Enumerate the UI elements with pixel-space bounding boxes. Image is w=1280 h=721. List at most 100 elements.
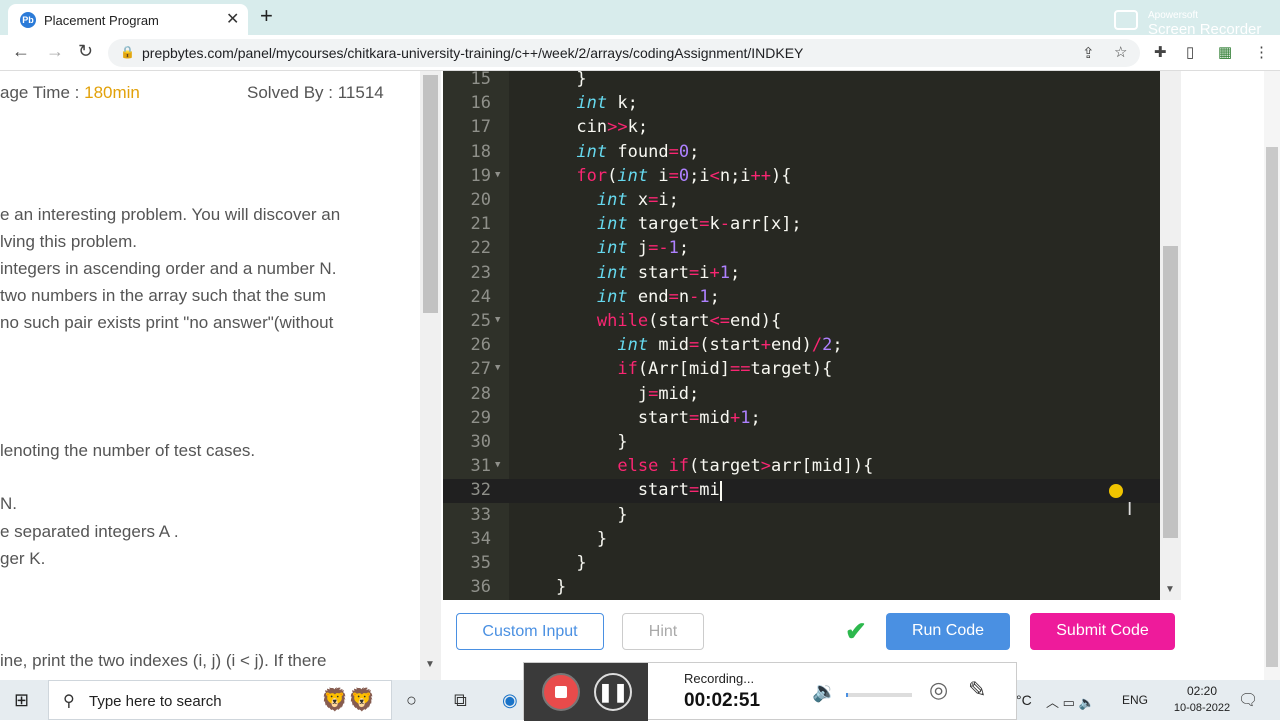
problem-text-line: lving this problem.	[0, 232, 138, 251]
tab-close-icon[interactable]: ✕	[226, 9, 239, 29]
problem-text-line: e an interesting problem. You will disco…	[0, 205, 341, 224]
input-language[interactable]: ENG	[1122, 693, 1148, 707]
line-number: 18	[470, 141, 491, 162]
code-line[interactable]: 25 ▼ while(start<=end){	[443, 310, 1160, 334]
code-line[interactable]: 24 int end=n-1;	[443, 286, 1160, 310]
code-text: else if(target>arr[mid]){	[617, 456, 874, 477]
custom-input-button[interactable]: Custom Input	[456, 613, 604, 650]
line-number: 25	[470, 311, 491, 331]
text-cursor-ibeam-icon: I	[1127, 499, 1133, 520]
stop-recording-button[interactable]	[542, 673, 580, 711]
code-text: }	[515, 577, 567, 598]
code-line[interactable]: 19 ▼ for(int i=0;i<n;i++){	[443, 165, 1160, 189]
taskbar-search-box[interactable]: ⚲ Type here to search 🦁🦁	[48, 680, 392, 720]
code-line[interactable]: 35 }	[443, 552, 1160, 576]
code-line[interactable]: 32 start=mi	[443, 479, 1160, 504]
line-number: 29	[470, 407, 491, 428]
share-icon[interactable]: ⇪	[1082, 44, 1095, 62]
webcam-icon[interactable]: ◎	[929, 677, 948, 703]
back-arrow-icon[interactable]: ←	[12, 41, 30, 62]
lock-icon[interactable]: 🔒	[120, 45, 135, 59]
code-line[interactable]: 31 ▼ else if(target>arr[mid]){	[443, 455, 1160, 479]
reload-icon[interactable]: ↻	[78, 41, 93, 62]
bookmark-star-icon[interactable]: ☆	[1114, 43, 1127, 61]
code-text: int k;	[576, 93, 638, 114]
problem-text-line: ger K.	[0, 549, 46, 568]
browser-tab-bar: Pb Placement Program ✕ + Apowersoft Scre…	[0, 0, 1280, 38]
clock-date[interactable]: 10-08-2022	[1172, 702, 1232, 714]
page-scroll-thumb[interactable]	[1266, 147, 1278, 667]
annotate-pen-icon[interactable]: ✎	[968, 677, 986, 703]
code-line[interactable]: 34 }	[443, 528, 1160, 552]
editor-scroll-thumb[interactable]	[1163, 246, 1178, 538]
code-line[interactable]: 23 int start=i+1;	[443, 262, 1160, 286]
code-line[interactable]: 15 }	[443, 71, 1160, 92]
code-text: int mid=(start+end)/2;	[617, 335, 843, 356]
fold-arrow-icon[interactable]: ▼	[495, 315, 500, 325]
extensions-puzzle-icon[interactable]: ✚	[1154, 43, 1167, 61]
code-line[interactable]: 18 int found=0;	[443, 141, 1160, 165]
menu-kebab-icon[interactable]: ⋮	[1254, 43, 1269, 61]
windows-start-icon[interactable]: ⊞	[14, 690, 29, 711]
cortana-icon[interactable]: ○	[406, 690, 417, 711]
code-line[interactable]: 27 ▼ if(Arr[mid]==target){	[443, 358, 1160, 382]
task-view-icon[interactable]: ⧉	[454, 690, 467, 711]
search-icon: ⚲	[63, 693, 75, 710]
browser-tab[interactable]: Pb Placement Program ✕	[8, 4, 248, 35]
code-line[interactable]: 20 int x=i;	[443, 189, 1160, 213]
address-bar[interactable]: 🔒 prepbytes.com/panel/mycourses/chitkara…	[108, 39, 1140, 67]
code-line[interactable]: 22 int j=-1;	[443, 237, 1160, 261]
scroll-down-arrow-icon[interactable]: ▼	[1165, 584, 1175, 595]
editor-scrollbar[interactable]: ▼	[1160, 71, 1181, 600]
problem-text-line: two numbers in the array such that the s…	[0, 286, 326, 305]
code-text: }	[515, 528, 608, 549]
problem-panel-scroll-thumb[interactable]	[423, 75, 438, 313]
run-code-button[interactable]: Run Code	[886, 613, 1010, 650]
hint-button[interactable]: Hint	[622, 613, 704, 650]
code-line[interactable]: 16 int k;	[443, 92, 1160, 116]
forward-arrow-icon[interactable]: →	[46, 41, 64, 62]
notification-center-icon[interactable]: 🗨	[1238, 690, 1258, 710]
line-number: 17	[470, 117, 491, 138]
average-time-label: age Time :	[0, 83, 85, 102]
fold-arrow-icon[interactable]: ▼	[495, 170, 500, 180]
system-tray-icons[interactable]: ︿ ▭ 🔈	[1046, 692, 1095, 711]
page-scrollbar[interactable]	[1264, 71, 1280, 680]
code-line[interactable]: 28 j=mid;	[443, 383, 1160, 407]
new-tab-icon[interactable]: +	[260, 3, 273, 29]
volume-level-bar[interactable]	[846, 693, 912, 697]
code-text: cin>>k;	[515, 117, 649, 138]
scroll-down-arrow-icon[interactable]: ▼	[425, 659, 435, 670]
side-panel-icon[interactable]: ▯	[1186, 43, 1194, 61]
recorder-watermark-brand: Apowersoft	[1148, 10, 1199, 21]
code-text: }	[515, 432, 628, 452]
weather-temperature[interactable]: °C	[1016, 692, 1032, 708]
code-text: int start=i+1;	[596, 262, 741, 283]
code-line[interactable]: 30 }	[443, 431, 1160, 455]
code-line[interactable]: 21 int target=k-arr[x];	[443, 213, 1160, 237]
code-line[interactable]: 17 cin>>k;	[443, 116, 1160, 140]
code-line[interactable]: 33 }	[443, 504, 1160, 528]
problem-panel-scrollbar[interactable]: ▼	[420, 71, 441, 680]
code-text: int x=i;	[596, 190, 679, 210]
prepbytes-favicon-icon: Pb	[20, 12, 36, 28]
line-number: 33	[470, 504, 491, 525]
submit-code-button[interactable]: Submit Code	[1030, 613, 1175, 650]
code-line[interactable]: 26 int mid=(start+end)/2;	[443, 334, 1160, 358]
code-text: int found=0;	[576, 141, 700, 162]
mouse-highlight-dot	[1109, 484, 1123, 498]
clock-time[interactable]: 02:20	[1172, 684, 1232, 698]
microphone-volume-icon[interactable]: 🔉	[812, 679, 837, 704]
fold-arrow-icon[interactable]: ▼	[495, 460, 500, 470]
line-number: 31	[470, 456, 491, 477]
problem-text-line: ine, print the two indexes (i, j) (i < j…	[0, 651, 327, 670]
fold-arrow-icon[interactable]: ▼	[495, 363, 500, 373]
line-number: 34	[470, 528, 491, 549]
code-editor[interactable]: 15 } 16 int k; 17 cin>>k; 18 int found=0; 19…	[443, 71, 1160, 600]
profile-icon[interactable]: ▦	[1218, 43, 1232, 61]
code-line[interactable]: 36 }	[443, 576, 1160, 600]
code-line[interactable]: 29 start=mid+1;	[443, 407, 1160, 431]
edge-browser-icon[interactable]: ◉	[502, 690, 518, 711]
line-number: 27	[470, 359, 491, 380]
pause-recording-button[interactable]: ❚❚	[594, 673, 632, 711]
